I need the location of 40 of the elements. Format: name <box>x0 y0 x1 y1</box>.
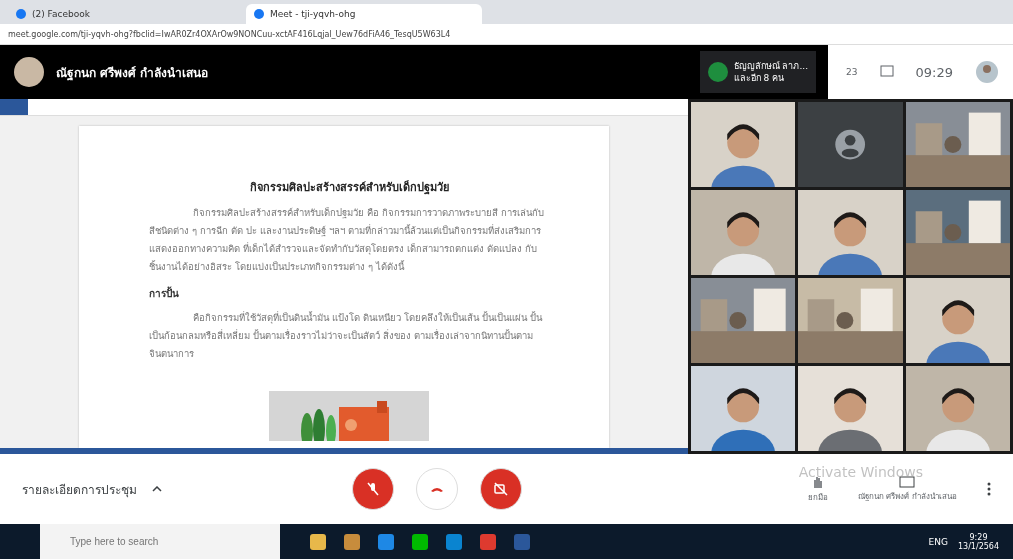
browser-tab[interactable]: Meet - tji-yqvh-ohg <box>246 4 482 24</box>
language-indicator[interactable]: ENG <box>928 536 948 547</box>
phone-icon <box>430 485 444 493</box>
taskbar-time: 9:29 <box>969 532 988 542</box>
paragraph: คือกิจกรรมที่ใช้วัสดุที่เป็นดินน้ำมัน แป้งโด ดินเหนียว โดยคลึงให้เป็นเส้น ปั้นเป็นแผ่น ปั้นเป็นก้อนกลมหรือสี่เหลี่ยม ปั้นตามเรื่องราวไม่ว่าจะเป็นสัตว์ สิ่งของ ตามเรื่องเล่าจากนิทานปั้นตามจินตนาการ <box>149 310 544 361</box>
activation-notice: Activate Windows <box>798 464 923 480</box>
clock: 09:29 <box>915 64 953 80</box>
camera-off-icon <box>493 481 509 497</box>
participant-more: และอีก 8 คน <box>733 72 786 84</box>
section-heading: การปั้น <box>149 286 180 301</box>
avatar-icon[interactable] <box>975 60 999 84</box>
taskbar-app-icon[interactable] <box>344 533 360 550</box>
taskbar-app-icon[interactable] <box>378 533 394 550</box>
camera-button[interactable] <box>480 468 522 510</box>
taskbar-app-icon[interactable] <box>480 533 496 550</box>
more-options-icon[interactable] <box>987 482 991 496</box>
muted-microphone-icon <box>365 481 381 497</box>
microphone-button[interactable] <box>352 468 394 510</box>
presenting-label: ณัฐกนก ศรีพงศ์ กำลังนำเสนอ <box>857 490 957 503</box>
meeting-details-button[interactable]: รายละเอียดการประชุม <box>22 479 352 499</box>
taskbar-app-icon[interactable] <box>310 533 326 550</box>
avatar-icon <box>707 62 728 82</box>
favicon-icon <box>254 9 264 19</box>
raise-hand-label: ยกมือ <box>807 491 828 504</box>
chevron-up-icon[interactable] <box>152 486 162 492</box>
avatar-icon <box>14 57 44 87</box>
participant-chip[interactable]: ธัญญลักษณ์ ลาภ... และอีก 8 คน <box>699 51 817 93</box>
browser-tab[interactable]: (2) Facebook <box>8 4 244 24</box>
taskbar-search-field[interactable]: Type here to search <box>40 524 280 559</box>
favicon-icon <box>16 9 26 19</box>
people-count[interactable]: 23 <box>846 67 858 77</box>
paragraph: กิจกรรมศิลปะสร้างสรรค์สำหรับเด็กปฐมวัย คือ กิจกรรมการวาดภาพระบายสี การเล่นกับสีชนิดต่าง ๆ การฉีก ตัด ปะ และงานประดิษฐ์ ฯลฯ ตามที่กล่าวมานี้ล้วนแต่เป็นกิจกรรมที่ส่งเสริมการแสดงออกทางความคิด ที่เด็กได้สำรวจและจัดทำกับวัสดุโดยตรง เด็กสามารถตกแต่ง ดัดแปลง กับชิ้นงานได้อย่างอิสระ โดยแบ่งเป็นประเภทกิจกรรมต่าง ๆ ได้ดังนี้ <box>149 206 546 274</box>
taskbar-app-icon[interactable] <box>446 533 462 550</box>
presenter-label: ณัฐกนก ศรีพงศ์ กำลังนำเสนอ <box>56 64 210 82</box>
taskbar-date: 13/1/2564 <box>957 541 999 551</box>
participant-name: ธัญญลักษณ์ ลาภ... <box>733 60 809 72</box>
present-icon[interactable] <box>899 475 916 488</box>
taskbar-app-icon[interactable] <box>412 533 428 550</box>
document-title: กิจกรรมศิลปะสร้างสรรค์สำหรับเด็กปฐมวัย <box>248 179 450 196</box>
address-bar[interactable]: meet.google.com/tji-yqvh-ohg?fbclid=IwAR0Zr4OXArOw9NONCuu-xctAF416Lqjal_Uew76dFiA46_TesqU5W63L4 <box>8 29 451 39</box>
